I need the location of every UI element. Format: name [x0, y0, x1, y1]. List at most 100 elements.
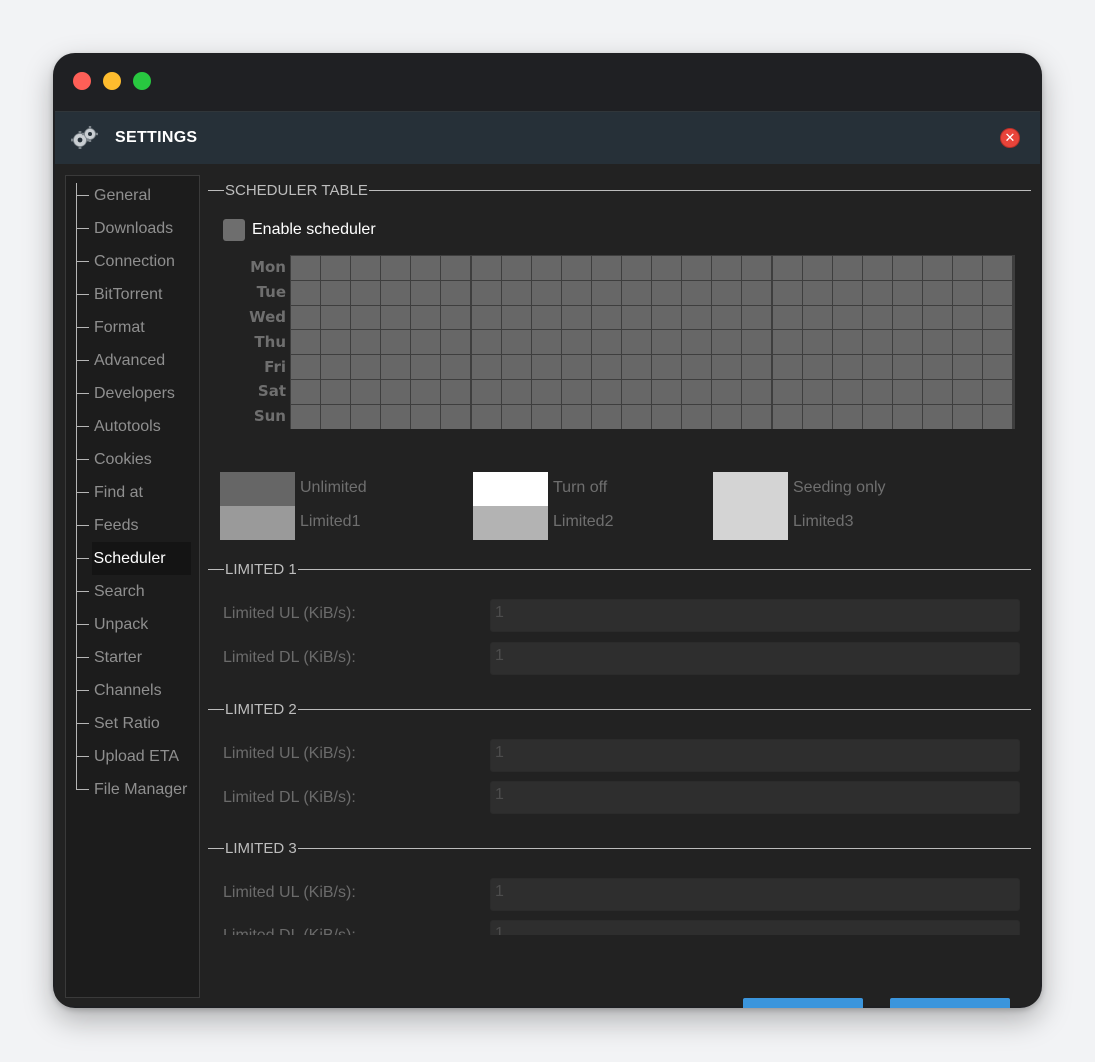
sidebar-item-set-ratio[interactable]: Set Ratio — [76, 707, 191, 740]
schedule-cell[interactable] — [531, 280, 561, 305]
schedule-cell[interactable] — [531, 305, 561, 330]
schedule-cell[interactable] — [321, 404, 351, 429]
schedule-cell[interactable] — [471, 280, 501, 305]
schedule-cell[interactable] — [531, 355, 561, 379]
schedule-cell[interactable] — [441, 404, 471, 429]
schedule-cell[interactable] — [802, 404, 832, 429]
schedule-cell[interactable] — [351, 280, 381, 305]
schedule-cell[interactable] — [922, 256, 952, 280]
limited1-dl-input[interactable]: 1 — [490, 642, 1020, 675]
schedule-cell[interactable] — [892, 379, 922, 404]
limited3-dl-input[interactable]: 1 — [490, 920, 1020, 935]
sidebar-item-bittorrent[interactable]: BitTorrent — [76, 278, 191, 311]
schedule-cell[interactable] — [892, 280, 922, 305]
schedule-cell[interactable] — [712, 355, 742, 379]
schedule-cell[interactable] — [922, 305, 952, 330]
schedule-cell[interactable] — [561, 355, 591, 379]
schedule-cell[interactable] — [351, 330, 381, 355]
schedule-cell[interactable] — [712, 305, 742, 330]
schedule-cell[interactable] — [862, 355, 892, 379]
schedule-cell[interactable] — [772, 305, 802, 330]
schedule-cell[interactable] — [591, 379, 621, 404]
schedule-cell[interactable] — [291, 280, 320, 305]
schedule-cell[interactable] — [862, 404, 892, 429]
sidebar-item-downloads[interactable]: Downloads — [76, 212, 191, 245]
schedule-cell[interactable] — [682, 256, 712, 280]
schedule-cell[interactable] — [983, 256, 1013, 280]
schedule-cell[interactable] — [411, 280, 441, 305]
schedule-cell[interactable] — [321, 305, 351, 330]
sidebar-item-file-manager[interactable]: File Manager — [76, 773, 191, 806]
schedule-cell[interactable] — [983, 379, 1013, 404]
schedule-cell[interactable] — [922, 404, 952, 429]
schedule-cell[interactable] — [652, 330, 682, 355]
schedule-cell[interactable] — [561, 404, 591, 429]
schedule-cell[interactable] — [411, 330, 441, 355]
schedule-cell[interactable] — [682, 305, 712, 330]
sidebar-item-find-at[interactable]: Find at — [76, 476, 191, 509]
schedule-cell[interactable] — [471, 379, 501, 404]
limited1-ul-input[interactable]: 1 — [490, 599, 1020, 632]
cancel-button[interactable]: CANCEL — [890, 998, 1010, 1008]
schedule-cell[interactable] — [712, 379, 742, 404]
schedule-cell[interactable] — [351, 355, 381, 379]
schedule-cell[interactable] — [953, 404, 983, 429]
schedule-cell[interactable] — [411, 305, 441, 330]
schedule-cell[interactable] — [381, 305, 411, 330]
sidebar-item-channels[interactable]: Channels — [76, 674, 191, 707]
schedule-cell[interactable] — [561, 280, 591, 305]
schedule-cell[interactable] — [291, 379, 320, 404]
sidebar-item-cookies[interactable]: Cookies — [76, 443, 191, 476]
schedule-cell[interactable] — [622, 355, 652, 379]
schedule-cell[interactable] — [441, 330, 471, 355]
schedule-cell[interactable] — [622, 404, 652, 429]
sidebar-item-connection[interactable]: Connection — [76, 245, 191, 278]
schedule-cell[interactable] — [321, 256, 351, 280]
schedule-cell[interactable] — [351, 379, 381, 404]
schedule-cell[interactable] — [772, 355, 802, 379]
schedule-cell[interactable] — [983, 330, 1013, 355]
schedule-cell[interactable] — [832, 305, 862, 330]
window-zoom-button[interactable] — [133, 72, 151, 90]
schedule-cell[interactable] — [411, 379, 441, 404]
sidebar-item-autotools[interactable]: Autotools — [76, 410, 191, 443]
schedule-cell[interactable] — [321, 330, 351, 355]
schedule-cell[interactable] — [351, 404, 381, 429]
window-minimize-button[interactable] — [103, 72, 121, 90]
schedule-cell[interactable] — [712, 280, 742, 305]
schedule-cell[interactable] — [953, 280, 983, 305]
schedule-cell[interactable] — [291, 404, 320, 429]
schedule-cell[interactable] — [381, 379, 411, 404]
window-close-button[interactable] — [73, 72, 91, 90]
schedule-cell[interactable] — [531, 404, 561, 429]
schedule-cell[interactable] — [682, 330, 712, 355]
schedule-cell[interactable] — [953, 355, 983, 379]
schedule-cell[interactable] — [832, 330, 862, 355]
sidebar-item-feeds[interactable]: Feeds — [76, 509, 191, 542]
schedule-cell[interactable] — [832, 256, 862, 280]
schedule-cell[interactable] — [892, 305, 922, 330]
schedule-cell[interactable] — [441, 379, 471, 404]
schedule-cell[interactable] — [802, 256, 832, 280]
schedule-cell[interactable] — [832, 404, 862, 429]
scheduler-grid[interactable] — [290, 255, 1015, 429]
schedule-cell[interactable] — [411, 256, 441, 280]
schedule-cell[interactable] — [441, 355, 471, 379]
schedule-cell[interactable] — [892, 256, 922, 280]
sidebar-item-unpack[interactable]: Unpack — [76, 608, 191, 641]
schedule-cell[interactable] — [501, 256, 531, 280]
sidebar-item-format[interactable]: Format — [76, 311, 191, 344]
schedule-cell[interactable] — [922, 330, 952, 355]
schedule-cell[interactable] — [501, 404, 531, 429]
schedule-cell[interactable] — [772, 404, 802, 429]
sidebar-item-advanced[interactable]: Advanced — [76, 344, 191, 377]
schedule-cell[interactable] — [531, 379, 561, 404]
schedule-cell[interactable] — [411, 355, 441, 379]
limited2-ul-input[interactable]: 1 — [490, 739, 1020, 772]
schedule-cell[interactable] — [471, 305, 501, 330]
schedule-cell[interactable] — [802, 330, 832, 355]
sidebar-item-upload-eta[interactable]: Upload ETA — [76, 740, 191, 773]
schedule-cell[interactable] — [652, 404, 682, 429]
schedule-cell[interactable] — [832, 379, 862, 404]
schedule-cell[interactable] — [471, 355, 501, 379]
